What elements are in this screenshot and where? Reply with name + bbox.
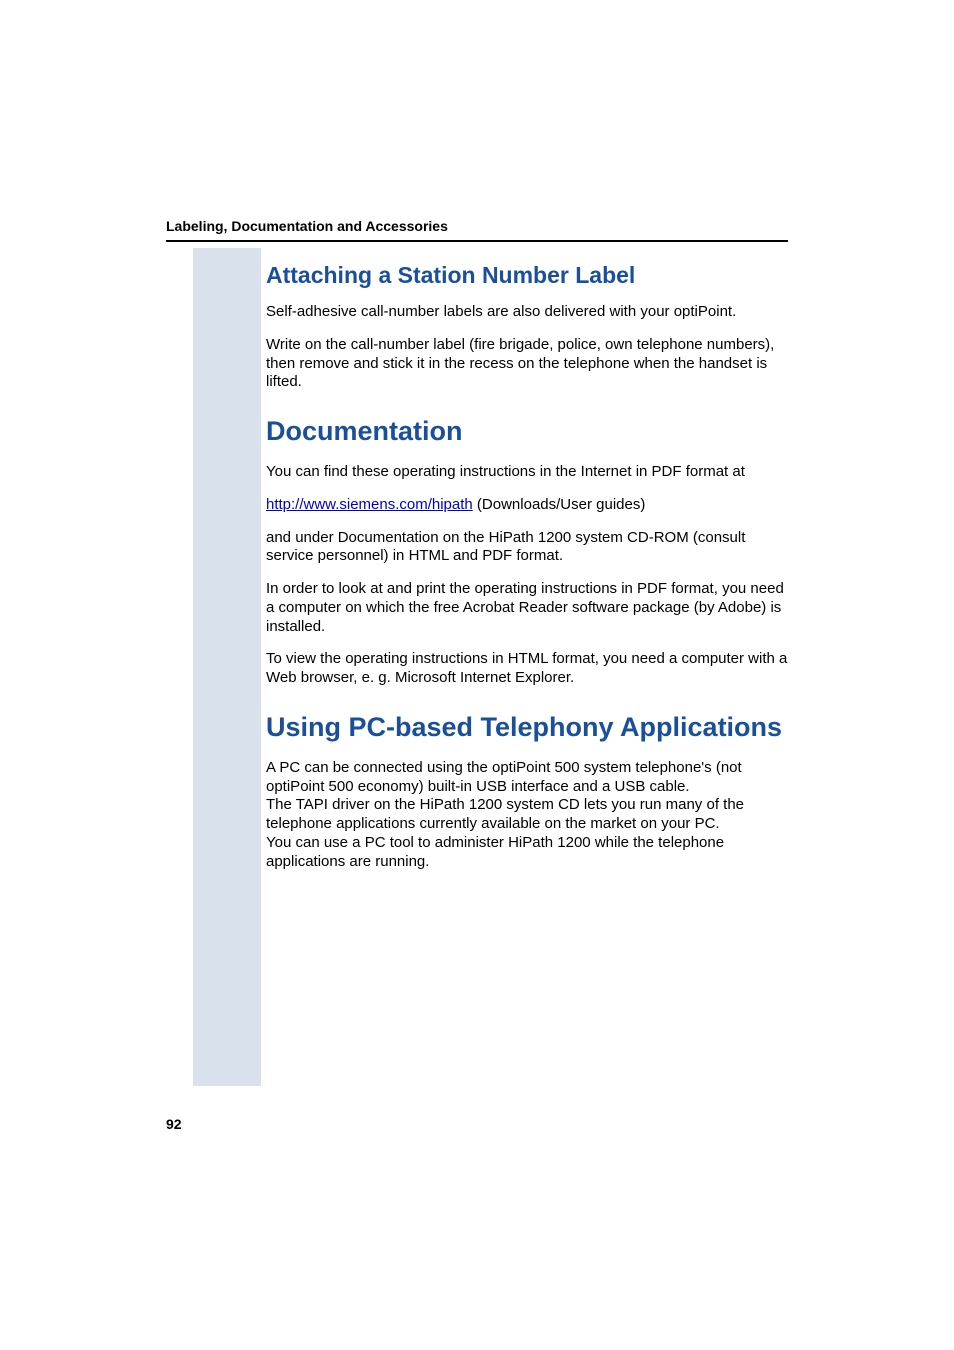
documentation-link[interactable]: http://www.siemens.com/hipath bbox=[266, 496, 473, 513]
paragraph: You can find these operating instruction… bbox=[266, 463, 788, 482]
page-number: 92 bbox=[166, 1116, 182, 1132]
paragraph-link-line: http://www.siemens.com/hipath (Downloads… bbox=[266, 496, 788, 515]
heading-attaching-station-number-label: Attaching a Station Number Label bbox=[266, 262, 788, 289]
paragraph: Self-adhesive call-number labels are als… bbox=[266, 303, 788, 322]
heading-pc-telephony-apps: Using PC-based Telephony Applications bbox=[266, 712, 788, 743]
running-header: Labeling, Documentation and Accessories bbox=[166, 218, 788, 242]
left-sidebar-block bbox=[193, 248, 261, 1086]
main-content: Attaching a Station Number Label Self-ad… bbox=[266, 248, 788, 871]
paragraph: In order to look at and print the operat… bbox=[266, 580, 788, 636]
link-suffix-text: (Downloads/User guides) bbox=[473, 496, 646, 513]
paragraph: To view the operating instructions in HT… bbox=[266, 650, 788, 688]
paragraph: Write on the call-number label (fire bri… bbox=[266, 336, 788, 392]
paragraph: and under Documentation on the HiPath 12… bbox=[266, 529, 788, 567]
paragraph: A PC can be connected using the optiPoin… bbox=[266, 759, 788, 872]
heading-documentation: Documentation bbox=[266, 416, 788, 447]
